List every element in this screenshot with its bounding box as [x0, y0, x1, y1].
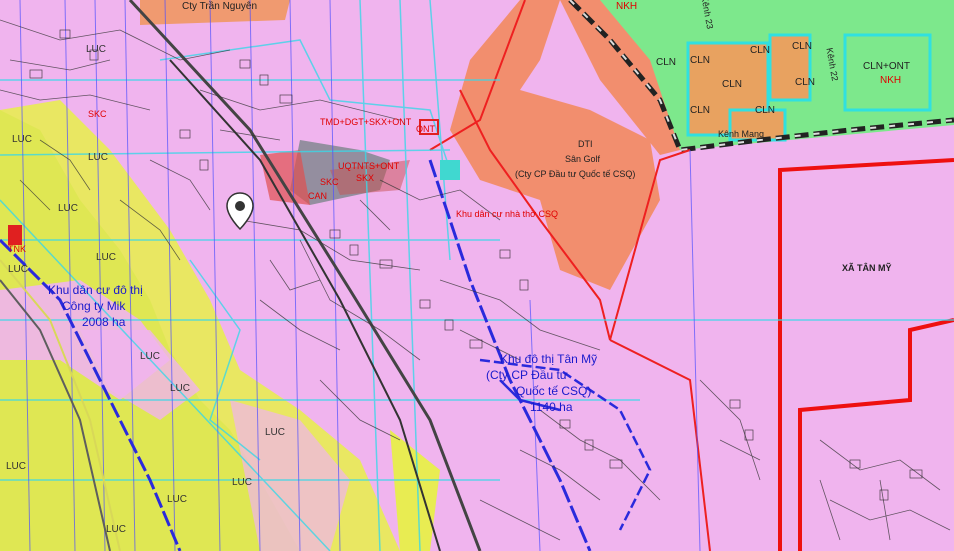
- label-kenh-mang: Kênh Mang: [718, 129, 765, 139]
- label-kdt-left-2: Công ty Mik: [62, 299, 126, 313]
- label-nkh-right: NKH: [880, 75, 902, 86]
- label-cln-2: CLN: [690, 55, 711, 66]
- label-tnk: TNK: [8, 244, 26, 254]
- label-kdt-tanmy-2: (Cty CP Đầu tư: [486, 368, 568, 382]
- label-cln-1: CLN: [656, 57, 677, 68]
- label-cln-5: CLN: [722, 79, 743, 90]
- label-luc-13: LUC: [6, 461, 27, 472]
- label-luc-6: LUC: [96, 252, 117, 263]
- map-canvas[interactable]: Cty Trần Nguyên NKH Kênh 23 Kênh 22 Kênh…: [0, 0, 954, 551]
- label-luc-9: LUC: [265, 427, 286, 438]
- label-dti: DTI: [578, 139, 593, 149]
- label-cln-ont: CLN+ONT: [863, 61, 910, 72]
- label-can: CAN: [308, 191, 328, 201]
- label-xa-tan-my: XÃ TÂN MỸ: [842, 263, 892, 273]
- label-cln-3: CLN: [750, 45, 771, 56]
- label-kdc-csq: Khu dân cư nhà thờ CSQ: [456, 209, 558, 219]
- label-skc: SKC: [320, 177, 339, 187]
- label-luc-10: LUC: [232, 477, 253, 488]
- label-kdt-tanmy-1: Khu đô thị Tân Mỹ: [500, 352, 598, 366]
- label-kdt-tanmy-4: 1140 ha: [530, 400, 573, 414]
- label-luc-5: LUC: [8, 264, 29, 275]
- label-luc-1: LUC: [86, 44, 107, 55]
- label-cln-6: CLN: [795, 77, 816, 88]
- label-tmd-dgt: TMD+DGT+SKX+ONT: [320, 117, 412, 127]
- label-luc-11: LUC: [167, 494, 188, 505]
- location-pin-icon[interactable]: [226, 192, 254, 230]
- label-cln-7: CLN: [690, 105, 711, 116]
- label-skx: SKX: [356, 173, 375, 183]
- label-kdt-left-3: 2008 ha: [82, 315, 126, 329]
- label-ontts: UQTNTS+ONT: [338, 161, 400, 171]
- label-luc-7: LUC: [140, 351, 161, 362]
- label-kdt-left-1: Khu dân cư đô thị: [48, 283, 143, 297]
- label-cln-4: CLN: [792, 41, 813, 52]
- label-san-golf-company: (Cty CP Đầu tư Quốc tế CSQ): [515, 169, 636, 179]
- label-luc-2: LUC: [12, 134, 33, 145]
- label-luc-4: LUC: [58, 203, 79, 214]
- label-luc-12: LUC: [106, 524, 127, 535]
- label-nkh-top: NKH: [616, 1, 638, 12]
- label-cln-8: CLN: [755, 105, 776, 116]
- label-luc-3: LUC: [88, 152, 109, 163]
- label-luc-8: LUC: [170, 383, 191, 394]
- label-ont: ONT: [416, 124, 435, 134]
- label-cty-tran-nguyen: Cty Trần Nguyên: [182, 1, 258, 12]
- label-kdt-tanmy-3: Quốc tế CSQ): [516, 384, 592, 398]
- label-san-golf: Sân Golf: [565, 154, 601, 164]
- label-sk: SKC: [88, 109, 107, 119]
